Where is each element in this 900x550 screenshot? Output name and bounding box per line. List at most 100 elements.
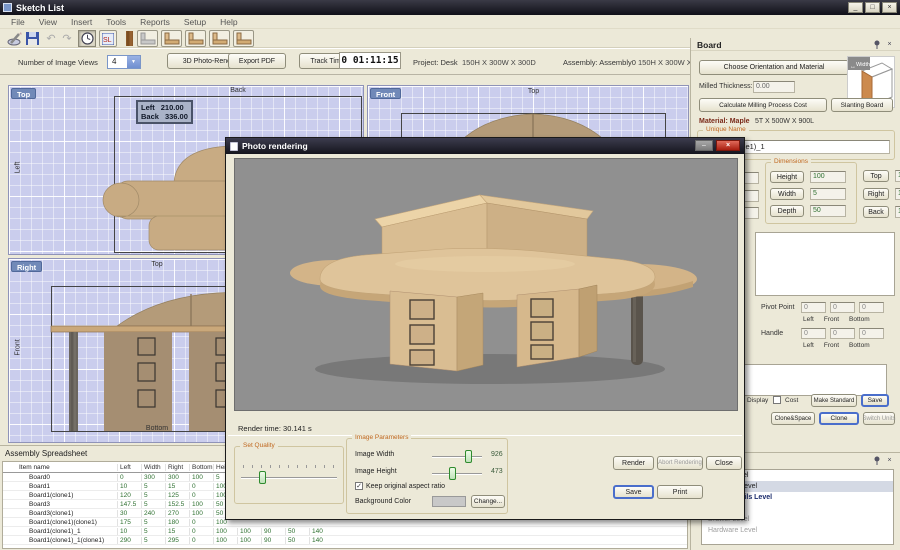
pin-icon[interactable] [871, 40, 882, 50]
calc-milling-cost-button[interactable]: Calculate Milling Process Cost [699, 98, 827, 112]
handle-field-1[interactable]: 0 [830, 328, 855, 339]
dim-button-depth[interactable]: Depth [770, 205, 804, 217]
dialog-titlebar[interactable]: Photo rendering – × [226, 138, 744, 154]
level-item-hardware-level[interactable]: Hardware Level [702, 525, 893, 536]
switch-units-button[interactable]: Switch Units [863, 412, 895, 425]
offset-button-right[interactable]: Right [863, 188, 889, 200]
row-cell: 0 [189, 519, 213, 526]
corner-board-icon-1[interactable] [161, 30, 182, 47]
column-header-3[interactable]: Right [165, 464, 189, 471]
abort-rendering-button[interactable]: Abort Rendering [657, 456, 703, 470]
choose-orientation-button[interactable]: Choose Orientation and Material [699, 60, 849, 75]
render-button[interactable]: Render [613, 456, 654, 470]
clone-space-button[interactable]: Clone&Space [771, 412, 815, 425]
column-header-4[interactable]: Bottom [189, 464, 213, 471]
offset-field-top[interactable]: 100 [895, 170, 900, 182]
slanting-board-button[interactable]: Slanting Board [831, 98, 893, 112]
table-row[interactable]: Board1(clone1)_1(clone1)2905295010010090… [3, 536, 687, 545]
dim-button-width[interactable]: Width [770, 188, 804, 200]
menu-item-help[interactable]: Help [213, 17, 244, 27]
offset-field-back[interactable]: 140 [895, 206, 900, 218]
corner-board-icon-disabled[interactable] [137, 30, 158, 47]
pivot-field-1[interactable]: 0 [830, 302, 855, 313]
handle-field-2[interactable]: 0 [859, 328, 884, 339]
board-save-button[interactable]: Save [861, 394, 889, 407]
table-row[interactable]: Board1(clone1)_11051501001009050140 [3, 527, 687, 536]
change-color-button[interactable]: Change... [471, 495, 505, 508]
print-button[interactable]: Print [657, 485, 703, 499]
handle-axis-label-1: Front [824, 342, 839, 349]
dialog-close-icon[interactable]: × [716, 140, 740, 151]
clone-button[interactable]: Clone [819, 412, 859, 425]
pivot-field-2[interactable]: 0 [859, 302, 884, 313]
make-standard-button[interactable]: Make Standard [811, 394, 857, 407]
save-button[interactable]: Save [613, 485, 654, 499]
menu-item-tools[interactable]: Tools [99, 17, 133, 27]
row-cell: 5 [141, 501, 165, 508]
column-header-1[interactable]: Left [117, 464, 141, 471]
menu-item-reports[interactable]: Reports [133, 17, 177, 27]
quality-slider[interactable] [241, 477, 337, 479]
row-cell: 240 [141, 510, 165, 517]
maximize-icon[interactable]: □ [865, 2, 880, 13]
dim-field-width[interactable]: 5 [810, 188, 846, 200]
corner-board-icon-4[interactable] [233, 30, 254, 47]
image-height-slider[interactable] [432, 473, 482, 475]
handle-field-0[interactable]: 0 [801, 328, 826, 339]
milled-thickness-field[interactable]: 0.00 [753, 81, 795, 93]
corner-board-icon-3[interactable] [209, 30, 230, 47]
clock-icon[interactable] [78, 30, 96, 47]
board-list-box[interactable] [755, 232, 895, 296]
open-sketch-icon[interactable] [5, 30, 23, 47]
panel-close-icon[interactable]: × [884, 40, 895, 50]
photo-rendering-dialog[interactable]: Photo rendering – × [225, 137, 745, 520]
board-panel-title: Board [697, 40, 722, 50]
row-cell: 100 [189, 510, 213, 517]
dim-field-depth[interactable]: 50 [810, 205, 846, 217]
image-width-slider[interactable] [432, 456, 482, 458]
image-height-thumb[interactable] [449, 467, 456, 480]
row-cell: 0 [117, 474, 141, 481]
column-header-2[interactable]: Width [141, 464, 165, 471]
save-icon[interactable] [23, 30, 41, 47]
milled-thickness-label: Milled Thickness: [699, 83, 753, 90]
pivot-field-0[interactable]: 0 [801, 302, 826, 313]
offset-field-right[interactable]: 15 [895, 188, 900, 200]
material-dimensions: 5T X 500W X 900L [755, 118, 814, 125]
menu-item-view[interactable]: View [32, 17, 64, 27]
image-width-thumb[interactable] [465, 450, 472, 463]
num-views-select[interactable]: 4 ▼ [107, 55, 141, 69]
cost-checkbox-label: Cost [785, 397, 798, 404]
chevron-down-icon[interactable]: ▼ [127, 56, 140, 68]
dialog-minimize-icon[interactable]: – [695, 140, 713, 151]
dialog-close-button[interactable]: Close [706, 456, 742, 470]
wood-board-icon[interactable] [120, 30, 138, 47]
row-cell: 90 [261, 537, 285, 544]
close-icon[interactable]: × [882, 2, 897, 13]
cost-checkbox[interactable] [773, 396, 781, 404]
row-cell: 100 [237, 537, 261, 544]
spreadsheet-title: Assembly Spreadsheet [5, 449, 87, 458]
window-titlebar[interactable]: Sketch List _ □ × [0, 0, 900, 15]
corner-board-icon-2[interactable] [185, 30, 206, 47]
quality-slider-thumb[interactable] [259, 471, 266, 484]
offset-button-back[interactable]: Back [863, 206, 889, 218]
dim-button-height[interactable]: Height [770, 171, 804, 183]
minimize-icon[interactable]: _ [848, 2, 863, 13]
levels-close-icon[interactable]: × [884, 456, 895, 466]
offset-button-top[interactable]: Top [863, 170, 889, 182]
column-header-item-name[interactable]: Item name [3, 464, 117, 471]
levels-pin-icon[interactable] [871, 456, 882, 466]
redo-icon[interactable]: ↷ [58, 30, 76, 47]
menu-item-insert[interactable]: Insert [64, 17, 99, 27]
menu-item-setup[interactable]: Setup [177, 17, 213, 27]
pivot-point-label: Pivot Point [761, 304, 794, 311]
dim-field-height[interactable]: 100 [810, 171, 846, 183]
material-label: Material: Maple [699, 118, 750, 125]
aspect-ratio-checkbox[interactable]: ✓ [355, 482, 363, 490]
row-cell: 295 [165, 537, 189, 544]
menu-item-file[interactable]: File [4, 17, 32, 27]
sketchlist-logo-icon[interactable]: SL [99, 30, 117, 47]
export-pdf-button[interactable]: Export PDF [228, 53, 286, 69]
view-right-badge: Right [11, 261, 42, 272]
